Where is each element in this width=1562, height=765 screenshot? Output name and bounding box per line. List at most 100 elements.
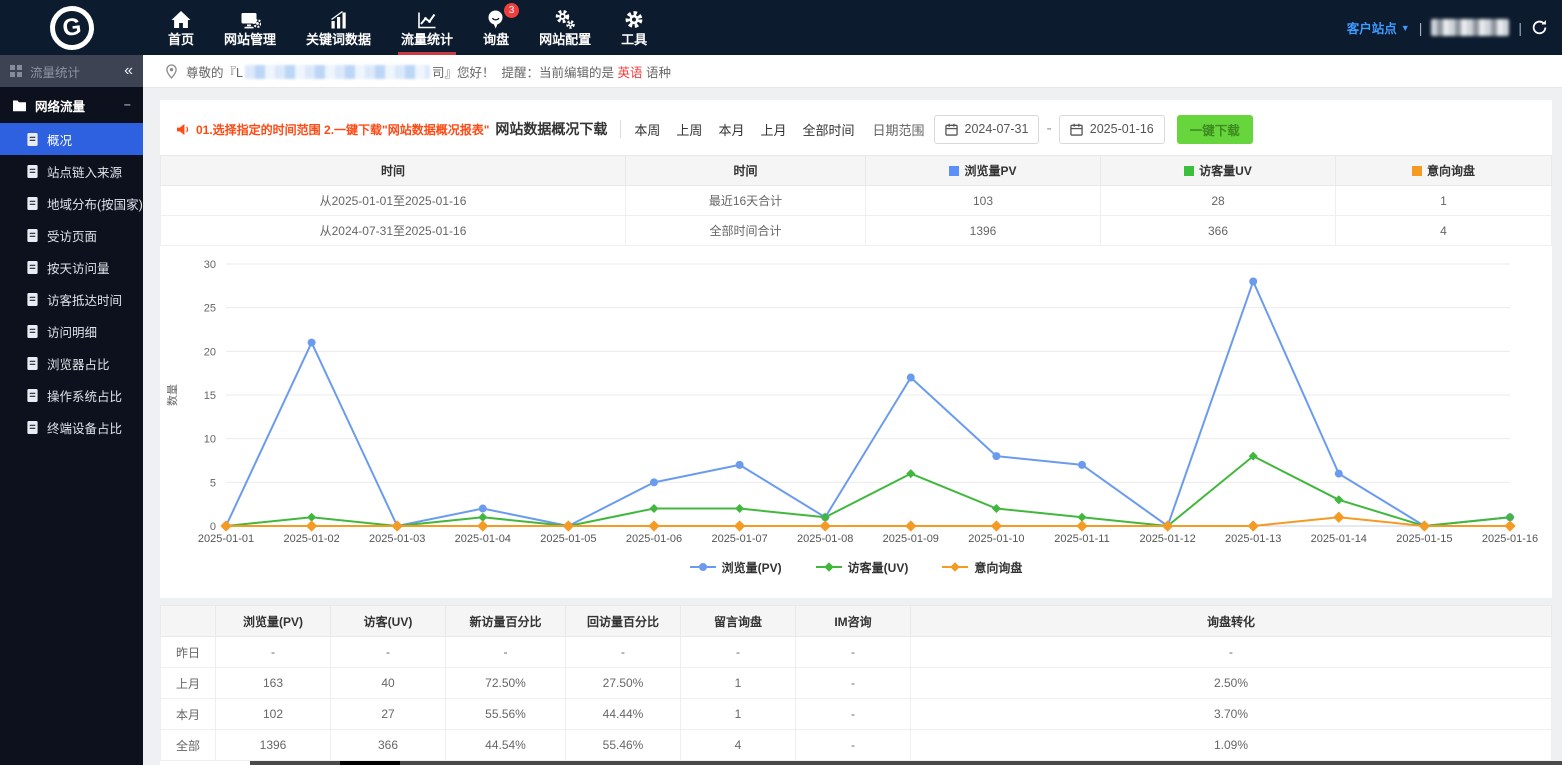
nav-item-tools[interactable]: 工具 — [606, 0, 662, 55]
legend-marker — [690, 562, 716, 572]
detail-table-row: 昨日------- — [161, 637, 1552, 668]
sidebar-item-1[interactable]: 站点链入来源 — [0, 155, 143, 187]
summary-table-cell: 最近16天合计 — [626, 186, 866, 216]
sidebar-item-5[interactable]: 访客抵达时间 — [0, 283, 143, 315]
summary-table-cell: 366 — [1101, 216, 1336, 246]
svg-text:2025-01-10: 2025-01-10 — [968, 533, 1024, 545]
summary-header-cell: 访客量UV — [1101, 156, 1336, 186]
logo-letter: G — [47, 3, 97, 53]
legend-item-2[interactable]: 意向询盘 — [942, 559, 1022, 576]
legend-marker — [816, 562, 842, 572]
detail-table-cell: - — [796, 699, 911, 730]
date-range-label: 日期范围 — [872, 120, 924, 139]
quick-link-3[interactable]: 上月 — [760, 120, 786, 139]
detail-table-cell: 1 — [681, 668, 796, 699]
svg-text:2025-01-05: 2025-01-05 — [540, 533, 596, 545]
svg-text:0: 0 — [210, 521, 216, 533]
summary-header-cell: 浏览量PV — [866, 156, 1101, 186]
nav-item-traffic-stats[interactable]: 流量统计 — [386, 0, 468, 55]
sidebar-item-label: 按天访问量 — [47, 258, 110, 277]
sidebar-item-6[interactable]: 访问明细 — [0, 315, 143, 347]
svg-text:2025-01-02: 2025-01-02 — [283, 533, 339, 545]
calendar-icon — [945, 123, 958, 136]
site-selector-dropdown[interactable]: 客户站点 ▼ — [1347, 18, 1410, 37]
nav-item-inquiry[interactable]: 3询盘 — [468, 0, 524, 55]
date-to-input[interactable]: 2025-01-16 — [1059, 115, 1165, 144]
detail-table-cell: 44.44% — [566, 699, 681, 730]
nav-item-home[interactable]: 首页 — [153, 0, 209, 55]
detail-header-cell: 浏览量(PV) — [216, 606, 331, 637]
detail-table-row: 全部139636644.54%55.46%4-1.09% — [161, 730, 1552, 761]
refresh-icon[interactable] — [1531, 19, 1548, 36]
detail-header-row: 浏览量(PV)访客(UV)新访量百分比回访量百分比留言询盘IM咨询询盘转化 — [161, 606, 1552, 637]
document-icon — [26, 388, 39, 403]
sidebar-item-label: 浏览器占比 — [47, 354, 110, 373]
location-pin-icon — [165, 64, 178, 79]
nav-item-label: 首页 — [168, 32, 194, 47]
sidebar-item-2[interactable]: 地域分布(按国家) — [0, 187, 143, 219]
detail-panel: 浏览量(PV)访客(UV)新访量百分比回访量百分比留言询盘IM咨询询盘转化 昨日… — [160, 605, 1552, 765]
home-icon — [170, 8, 192, 30]
grid-icon — [10, 65, 22, 77]
svg-text:2025-01-09: 2025-01-09 — [883, 533, 939, 545]
detail-table-cell: 1396 — [216, 730, 331, 761]
quick-link-2[interactable]: 本月 — [718, 120, 744, 139]
nav-item-label: 工具 — [621, 32, 647, 47]
detail-table-cell: 102 — [216, 699, 331, 730]
detail-header-cell: IM咨询 — [796, 606, 911, 637]
announcement-text: 01.选择指定的时间范围 2.一键下载"网站数据概况报表" — [196, 121, 489, 138]
sidebar-item-3[interactable]: 受访页面 — [0, 219, 143, 251]
bottom-edge-strip — [250, 761, 1562, 765]
sidebar-item-8[interactable]: 操作系统占比 — [0, 379, 143, 411]
detail-table-cell: 40 — [331, 668, 446, 699]
legend-item-0[interactable]: 浏览量(PV) — [690, 559, 782, 576]
svg-text:20: 20 — [204, 346, 216, 358]
sidebar-item-7[interactable]: 浏览器占比 — [0, 347, 143, 379]
svg-text:5: 5 — [210, 477, 216, 489]
sidebar-item-9[interactable]: 终端设备占比 — [0, 411, 143, 443]
quick-link-4[interactable]: 全部时间 — [802, 120, 854, 139]
summary-table-row: 从2024-07-31至2025-01-16全部时间合计13963664 — [161, 216, 1552, 246]
main-content: 尊敬的『L司』您好！ 提醒：当前编辑的是 英语 语种 01.选择指定的时间范围 … — [143, 55, 1562, 765]
detail-table-row: 本月1022755.56%44.44%1-3.70% — [161, 699, 1552, 730]
nav-item-label: 关键词数据 — [306, 32, 371, 47]
summary-header-cell: 意向询盘 — [1336, 156, 1552, 186]
download-button[interactable]: 一键下载 — [1177, 115, 1253, 144]
summary-table-cell: 全部时间合计 — [626, 216, 866, 246]
collapse-minus-icon[interactable]: − — [124, 98, 131, 112]
detail-table-cell: 366 — [331, 730, 446, 761]
sidebar-item-label: 访客抵达时间 — [47, 290, 122, 309]
sidebar-collapse-button[interactable]: « — [124, 63, 133, 79]
document-icon — [26, 228, 39, 243]
sidebar-header: 流量统计 « — [0, 55, 143, 87]
detail-table-cell: 1.09% — [911, 730, 1552, 761]
date-from-input[interactable]: 2024-07-31 — [934, 115, 1040, 144]
legend-item-1[interactable]: 访客量(UV) — [816, 559, 909, 576]
quick-link-1[interactable]: 上周 — [676, 120, 702, 139]
site-selector-label: 客户站点 — [1347, 18, 1397, 37]
summary-header-cell: 时间 — [161, 156, 626, 186]
nav-item-site-manage[interactable]: 网站管理 — [209, 0, 291, 55]
current-language: 英语 — [617, 66, 642, 80]
app-logo[interactable]: G — [0, 6, 143, 50]
line-chart-icon — [416, 8, 438, 30]
nav-item-site-config[interactable]: 网站配置 — [524, 0, 606, 55]
quick-link-0[interactable]: 本周 — [634, 120, 660, 139]
monitor-icon — [239, 8, 261, 30]
detail-table-cell: 4 — [681, 730, 796, 761]
calendar-icon — [1070, 123, 1083, 136]
document-icon — [26, 324, 39, 339]
sidebar-item-label: 受访页面 — [47, 226, 97, 245]
overview-panel: 01.选择指定的时间范围 2.一键下载"网站数据概况报表" 网站数据概况下载 本… — [160, 100, 1552, 598]
sidebar-item-4[interactable]: 按天访问量 — [0, 251, 143, 283]
detail-table-cell: - — [911, 637, 1552, 668]
summary-table-cell: 103 — [866, 186, 1101, 216]
sidebar-group-label: 网络流量 — [35, 96, 85, 115]
svg-text:2025-01-03: 2025-01-03 — [369, 533, 425, 545]
sidebar-item-0[interactable]: 概况 — [0, 123, 143, 155]
nav-right: 客户站点 ▼ | | — [1347, 18, 1562, 37]
sidebar-group-network-traffic[interactable]: 网络流量 − — [0, 87, 143, 123]
detail-table-cell: - — [796, 637, 911, 668]
nav-item-keyword-data[interactable]: 关键词数据 — [291, 0, 386, 55]
svg-text:2025-01-06: 2025-01-06 — [626, 533, 682, 545]
